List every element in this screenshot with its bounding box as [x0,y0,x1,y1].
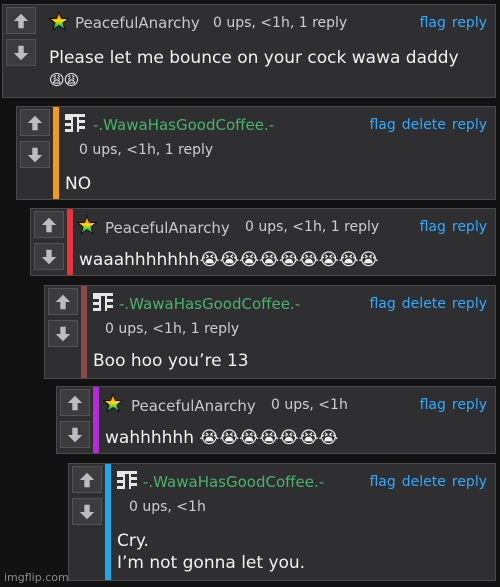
comment: -.WawaHasGoodCoffee.- 0 ups, <1h flag del… [68,463,496,581]
flag-link[interactable]: flag [420,219,446,235]
comment: -.WawaHasGoodCoffee.- 0 ups, <1h, 1 repl… [16,106,496,200]
arrow-up-icon [27,115,43,130]
rainbow-star-avatar-icon[interactable] [103,393,123,413]
comment-username[interactable]: PeacefulAnarchy [105,219,230,237]
comment-meta: 0 ups, <1h, 1 reply [79,142,214,158]
flag-link[interactable]: flag [369,117,395,133]
flag-link[interactable]: flag [369,474,395,490]
comment-emoji-line: 😩😩 [49,71,79,89]
upvote-button[interactable] [48,288,78,315]
downvote-button[interactable] [6,39,36,66]
glyph-avatar-icon[interactable] [91,290,115,314]
arrow-up-icon [67,395,83,410]
flag-link[interactable]: flag [369,296,395,312]
comment-meta: 0 ups, <1h, 1 reply [213,15,348,31]
comment-thread: PeacefulAnarchy 0 ups, <1h, 1 reply flag… [0,0,500,587]
imgflip-watermark: imgflip.com [4,571,69,584]
arrow-down-icon [13,45,29,60]
flag-link[interactable]: flag [420,15,446,31]
comment-text-line: I’m not gonna let you. [117,553,306,573]
arrow-down-icon [41,249,57,264]
comment-meta: 0 ups, <1h [271,397,348,413]
downvote-button[interactable] [20,141,50,168]
upvote-button[interactable] [60,389,90,416]
arrow-down-icon [79,504,95,519]
comment: PeacefulAnarchy 0 ups, <1h, 1 reply flag… [30,208,496,276]
comment-actions: flag delete reply [363,474,487,490]
reply-link[interactable]: reply [452,397,487,413]
downvote-button[interactable] [72,498,102,525]
arrow-up-icon [55,294,71,309]
vote-controls [45,286,81,378]
arrow-down-icon [27,147,43,162]
comment-username[interactable]: -.WawaHasGoodCoffee.- [143,473,324,491]
comment-actions: flag reply [414,15,487,31]
reply-accent-bar [67,209,73,275]
delete-link[interactable]: delete [402,474,446,490]
comment-actions: flag delete reply [363,117,487,133]
comment-body: wahhhhhh 😭😭😭😭😭😭😭 [105,427,338,449]
vote-controls [69,464,105,580]
comment-username[interactable]: -.WawaHasGoodCoffee.- [119,295,300,313]
comment-text-line: NO [65,174,92,194]
comment-body: Boo hoo you’re 13 [93,350,249,372]
reply-accent-bar [53,107,59,199]
reply-link[interactable]: reply [452,296,487,312]
vote-controls [17,107,53,199]
comment-text-line: waaahhhhhhh😭😭😭😭😭😭😭😭😭 [79,250,379,270]
delete-link[interactable]: delete [402,117,446,133]
comment-text-line: wahhhhhh 😭😭😭😭😭😭😭 [105,428,339,448]
reply-accent-bar [93,387,99,453]
downvote-button[interactable] [34,243,64,270]
vote-controls [57,387,93,453]
upvote-button[interactable] [20,109,50,136]
comment-username[interactable]: PeacefulAnarchy [75,14,200,32]
comment-meta: 0 ups, <1h [129,499,206,515]
comment-body: waaahhhhhhh😭😭😭😭😭😭😭😭😭 [79,249,378,271]
rainbow-star-avatar-icon[interactable] [77,215,97,235]
comment-text-line: Boo hoo you’re 13 [93,351,249,371]
reply-link[interactable]: reply [452,117,487,133]
comment-text-line: Cry. [117,531,149,551]
comment: -.WawaHasGoodCoffee.- 0 ups, <1h, 1 repl… [44,285,496,379]
comment-username[interactable]: PeacefulAnarchy [131,397,256,415]
comment: PeacefulAnarchy 0 ups, <1h flag reply wah… [56,386,496,454]
comment: PeacefulAnarchy 0 ups, <1h, 1 reply flag… [2,4,496,98]
comment-body: Please let me bounce on your cock wawa d… [49,47,459,91]
arrow-up-icon [79,472,95,487]
glyph-avatar-icon[interactable] [63,111,87,135]
comment-meta: 0 ups, <1h, 1 reply [105,321,240,337]
rainbow-star-avatar-icon[interactable] [49,11,69,31]
comment-meta: 0 ups, <1h, 1 reply [245,219,380,235]
comment-actions: flag reply [414,219,487,235]
arrow-up-icon [13,13,29,28]
comment-username[interactable]: -.WawaHasGoodCoffee.- [93,116,274,134]
comment-text-line: Please let me bounce on your cock wawa d… [49,48,459,68]
vote-controls [3,5,39,97]
downvote-button[interactable] [60,421,90,448]
downvote-button[interactable] [48,320,78,347]
glyph-avatar-icon[interactable] [115,468,139,492]
comment-actions: flag delete reply [363,296,487,312]
reply-link[interactable]: reply [452,15,487,31]
arrow-down-icon [55,326,71,341]
comment-body: NO [65,173,91,195]
comment-body: Cry. I’m not gonna let you. [117,530,305,574]
upvote-button[interactable] [6,7,36,34]
comment-actions: flag reply [414,397,487,413]
reply-accent-bar [105,464,111,580]
upvote-button[interactable] [34,211,64,238]
reply-link[interactable]: reply [452,219,487,235]
flag-link[interactable]: flag [420,397,446,413]
arrow-up-icon [41,217,57,232]
delete-link[interactable]: delete [402,296,446,312]
reply-link[interactable]: reply [452,474,487,490]
reply-accent-bar [81,286,87,378]
vote-controls [31,209,67,275]
arrow-down-icon [67,427,83,442]
upvote-button[interactable] [72,466,102,493]
